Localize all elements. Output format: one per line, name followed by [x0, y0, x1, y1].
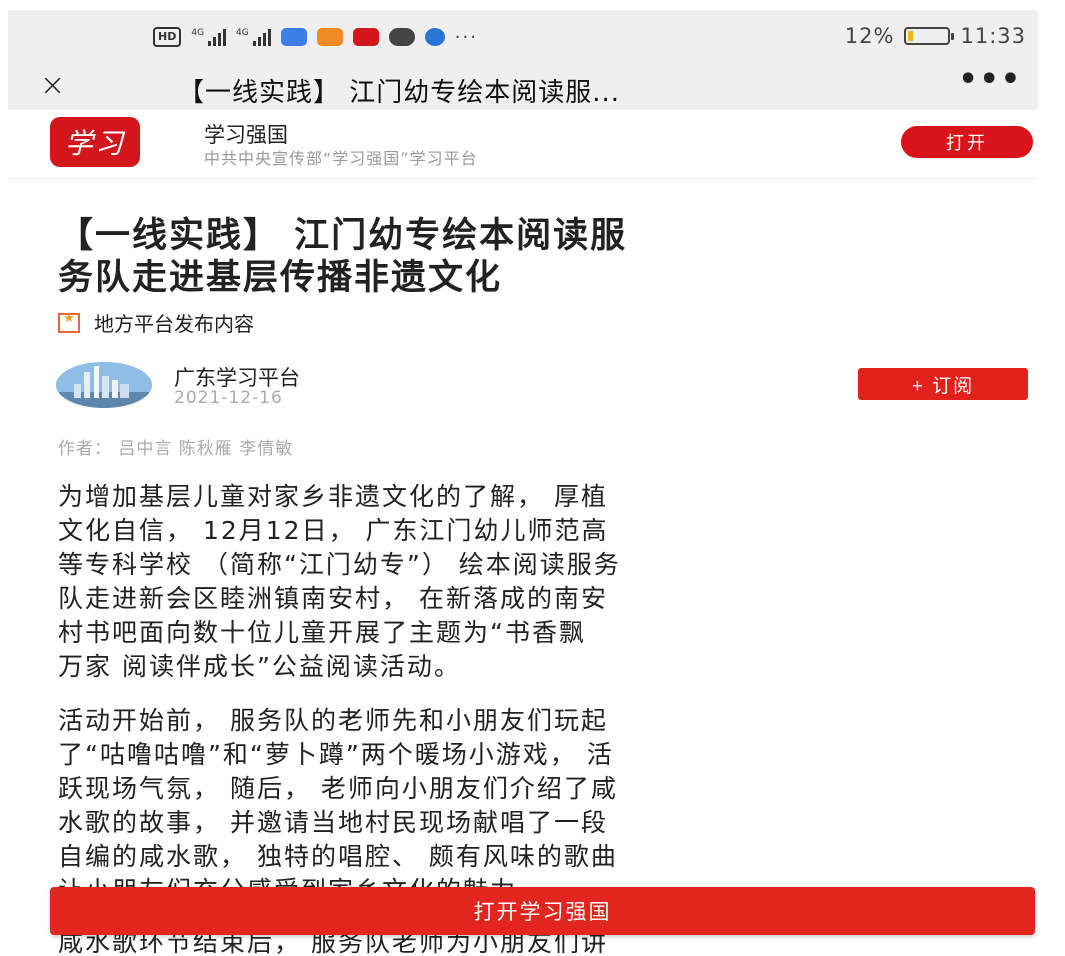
shield-app-icon [280, 28, 307, 46]
battery-percent: 12% [844, 24, 895, 48]
article-title: 【一线实践】 江门幼专绘本阅读服 务队走进基层传播非遗文化 [58, 216, 628, 298]
more-menu-icon[interactable]: ••• [958, 62, 1022, 97]
hd-badge: HD [153, 27, 182, 47]
battery-fill [908, 31, 914, 41]
app-download-banner: 学习 学习强国 中共中央宣传部“学习强国”学习平台 打开 [8, 110, 1038, 179]
author-line: 作者： 吕中言 陈秋雁 李倩敏 [58, 439, 294, 459]
browser-app-icon [424, 28, 445, 46]
city-skyline-icon [56, 362, 152, 408]
subscribe-button[interactable]: + 订阅 [858, 368, 1028, 400]
signal-icon: 4G [191, 28, 227, 46]
status-bar: HD 4G 4G ··· 12% 11:33 [8, 10, 1038, 62]
close-icon[interactable]: × [40, 68, 65, 104]
publisher-avatar[interactable] [56, 362, 152, 408]
source-tag: 地方平台发布内容 [58, 308, 254, 337]
clock: 11:33 [960, 24, 1026, 48]
paragraph-1: 为增加基层儿童对家乡非遗文化的了解， 厚植 文化自信， 12月12日， 广东江门… [58, 482, 621, 681]
message-bubble-icon [388, 28, 415, 46]
nav-bar: × 【一线实践】 江门幼专绘本阅读服... ••• [8, 62, 1038, 110]
open-app-button[interactable]: 打开 [901, 126, 1033, 158]
xuexi-app-icon [352, 28, 379, 46]
open-xuexi-bottom-button[interactable]: 打开学习强国 [50, 887, 1035, 935]
app-frame: HD 4G 4G ··· 12% 11:33 × 【一线实践】 江门幼专绘本阅读… [8, 10, 1038, 956]
battery-icon [904, 27, 955, 45]
orange-app-icon [316, 28, 343, 46]
more-notifications-icon: ··· [454, 26, 478, 48]
xuexi-logo: 学习 [50, 117, 140, 167]
platform-flag-icon [58, 311, 80, 333]
source-label: 地方平台发布内容 [94, 312, 254, 336]
page-title: 【一线实践】 江门幼专绘本阅读服... [178, 78, 621, 108]
status-icons: HD 4G 4G ··· [153, 24, 478, 50]
app-description: 中共中央宣传部“学习强国”学习平台 [204, 149, 478, 168]
status-right: 12% 11:33 [845, 24, 1026, 48]
paragraph-2: 活动开始前， 服务队的老师先和小朋友们玩起 了“咕噜咕噜”和“萝卜蹲”两个暖场小… [58, 706, 618, 905]
signal-icon-2: 4G [236, 28, 271, 46]
publish-date: 2021-12-16 [174, 388, 283, 408]
